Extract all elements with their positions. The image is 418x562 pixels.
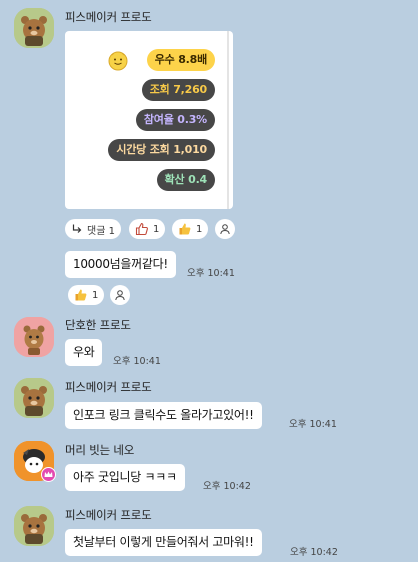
message-bubble[interactable]: 아주 굿입니당 ㅋㅋㅋ [65, 464, 185, 491]
add-person-reaction-icon [220, 224, 230, 235]
reply-count-label: 댓글 1 [87, 225, 115, 237]
message-time: 오후 10:41 [187, 268, 235, 279]
reply-arrow-icon [72, 224, 82, 233]
sender-name: 피스메이커 프로도 [65, 508, 152, 522]
thumbs-up-emoji-icon [75, 289, 87, 301]
thumb-outline-count: 1 [153, 223, 160, 235]
sender-avatar-peacemaker-frodo[interactable] [14, 378, 54, 418]
hourly-views-pill: 시간당 조회 1,010 [108, 139, 215, 161]
sender-name: 단호한 프로도 [65, 318, 131, 332]
card-scrollbar[interactable] [227, 31, 229, 209]
sender-avatar-peacemaker-frodo[interactable] [14, 506, 54, 546]
frodo-avatar-icon [14, 317, 54, 357]
sender-avatar-peacemaker-frodo[interactable] [14, 8, 54, 48]
thumb-outline-reaction-button[interactable]: 1 [129, 219, 166, 239]
add-reaction-button[interactable] [215, 219, 235, 239]
views-pill: 조회 7,260 [141, 79, 215, 101]
reply-reaction-button[interactable]: 댓글 1 [65, 219, 121, 239]
message-time: 오후 10:41 [289, 419, 337, 430]
crown-badge-icon [41, 467, 56, 482]
message-bubble[interactable]: 10000넘을꺼같다! [65, 251, 176, 278]
message-time: 오후 10:42 [290, 547, 338, 558]
thumb-count: 1 [196, 223, 203, 235]
message-bubble[interactable]: 우와 [65, 339, 103, 366]
participation-pill: 참여율 0.3% [135, 109, 215, 131]
stats-card[interactable]: 우수 8.8배 조회 7,260 참여율 0.3% 시간당 조회 1,010 확… [65, 31, 233, 209]
smiley-face-icon [108, 51, 128, 71]
message-bubble[interactable]: 첫날부터 이렇게 만들어줘서 고마워!! [65, 529, 262, 556]
rank-pill: 우수 8.8배 [146, 49, 215, 71]
thumbs-up-outline-icon [135, 222, 148, 236]
add-reaction-button[interactable] [110, 285, 130, 305]
frodo-avatar-icon [14, 378, 54, 418]
thumb-reaction-button[interactable]: 1 [68, 285, 105, 305]
message-time: 오후 10:41 [113, 356, 161, 367]
thumb-reaction-button[interactable]: 1 [172, 219, 209, 239]
sender-name: 머리 빗는 네오 [65, 443, 135, 457]
thumbs-up-emoji-icon [179, 223, 191, 235]
spread-pill: 확산 0.4 [156, 169, 215, 191]
frodo-avatar-icon [14, 8, 54, 48]
add-person-reaction-icon [115, 290, 125, 301]
sender-avatar-determined-frodo[interactable] [14, 317, 54, 357]
message-bubble[interactable]: 인포크 링크 클릭수도 올라가고있어!! [65, 402, 262, 429]
sender-name: 피스메이커 프로도 [65, 380, 152, 394]
thumb-count: 1 [92, 289, 99, 301]
sender-name: 피스메이커 프로도 [65, 10, 152, 24]
frodo-avatar-icon [14, 506, 54, 546]
message-time: 오후 10:42 [203, 481, 251, 492]
